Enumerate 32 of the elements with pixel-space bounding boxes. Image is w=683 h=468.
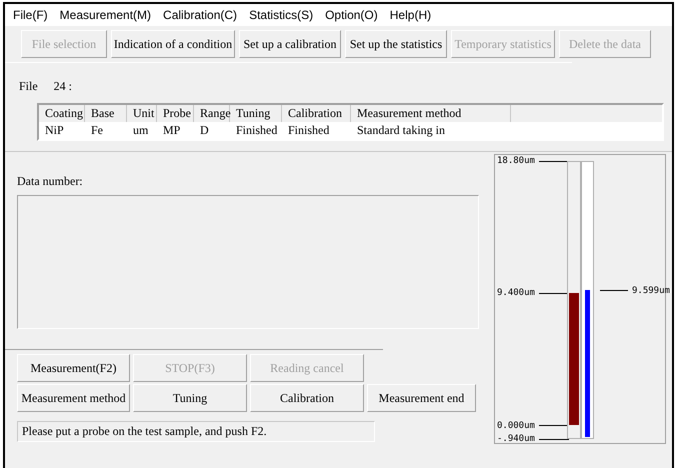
tick-label: -.940um xyxy=(497,434,535,444)
table-cell-text: MP xyxy=(162,122,182,139)
table-cell-text: Fe xyxy=(90,122,104,139)
menu-item[interactable]: Option(O) xyxy=(325,8,378,22)
menu-item[interactable]: Help(H) xyxy=(390,8,432,22)
data-list[interactable] xyxy=(17,195,479,329)
table-cell-text: NiP xyxy=(44,122,65,139)
action-button[interactable]: Calibration xyxy=(250,384,364,412)
action-button[interactable]: Measurement end xyxy=(367,384,476,412)
file-label: File xyxy=(19,79,38,94)
tick-label: 0.000um xyxy=(497,420,535,431)
measured-reading: 9.599um xyxy=(632,286,670,296)
table-cell-text: um xyxy=(132,122,150,139)
table-cell-text: Finished xyxy=(235,122,278,139)
menu-item[interactable]: Statistics(S) xyxy=(249,8,314,22)
menu-item[interactable]: File(F) xyxy=(13,8,48,22)
table-cell-text: Finished xyxy=(287,122,330,139)
file-number: 24 : xyxy=(54,79,72,94)
table-cell-text: Standard taking in xyxy=(356,122,446,139)
action-button[interactable]: Tuning xyxy=(133,384,247,412)
action-button[interactable]: Measurement(F2) xyxy=(17,354,130,382)
table-cell-text: D xyxy=(199,122,210,139)
toolbar-button[interactable]: Set up a calibration xyxy=(239,30,341,58)
action-button[interactable]: Measurement method xyxy=(17,384,130,412)
toolbar-button[interactable]: Indication of a condition xyxy=(111,30,235,58)
data-number-label: Data number: xyxy=(17,174,84,189)
menu-item[interactable]: Measurement(M) xyxy=(60,8,152,22)
status-message: Please put a probe on the test sample, and push F2. xyxy=(17,421,375,442)
menu-item[interactable]: Calibration(C) xyxy=(163,8,238,22)
tick-label: 9.400um xyxy=(497,288,535,298)
toolbar-button[interactable]: Set up the statistics xyxy=(345,30,447,58)
tick-label: 18.80um xyxy=(497,156,535,166)
